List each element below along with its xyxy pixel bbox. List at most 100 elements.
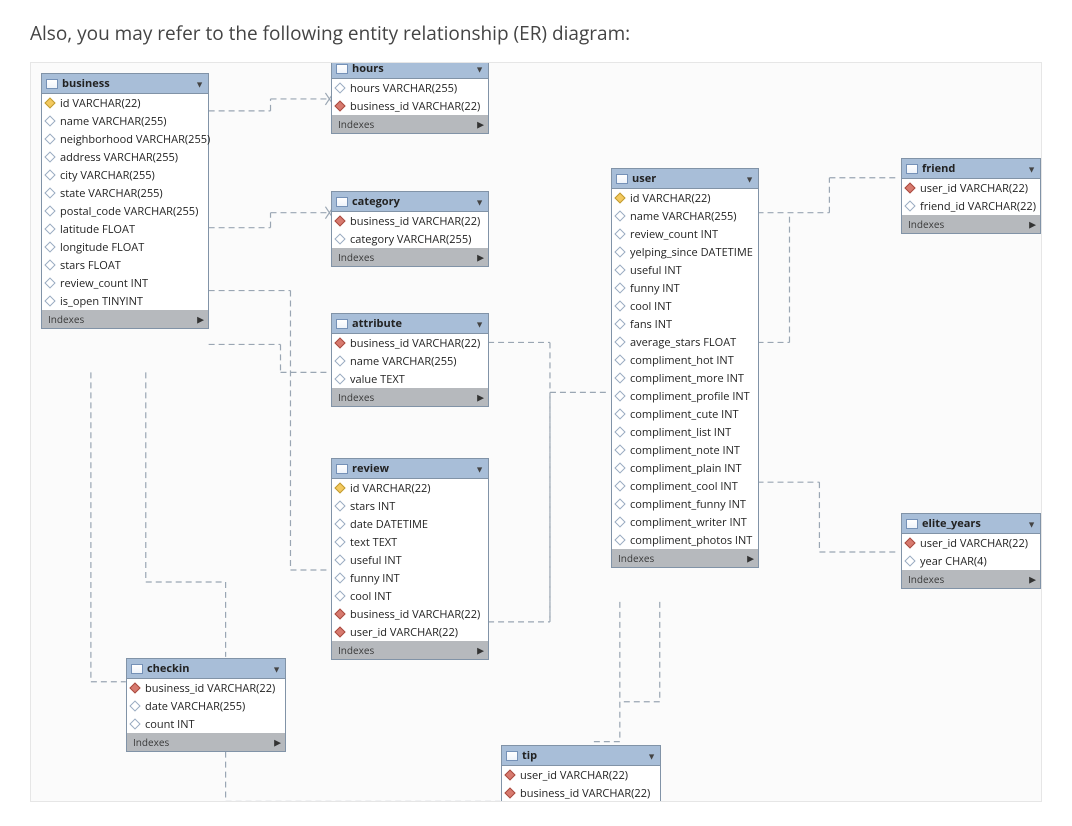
table-icon [336,464,348,474]
expand-arrow-icon: ▶ [477,118,484,131]
expand-arrow-icon: ▶ [747,552,754,565]
collapse-arrow-icon: ▼ [195,77,204,90]
indexes-bar: Indexes ▶ [332,641,488,659]
column: business_id VARCHAR(22) [332,605,488,623]
column: stars INT [332,497,488,515]
er-diagram-canvas: business ▼ id VARCHAR(22)name VARCHAR(25… [30,62,1042,802]
indexes-bar: Indexes ▶ [332,248,488,266]
column: compliment_list INT [612,423,758,441]
column: compliment_more INT [612,369,758,387]
entity-header-attribute: attribute ▼ [332,314,488,334]
column: user_id VARCHAR(22) [902,534,1040,552]
column: text TEXT [332,533,488,551]
column: id VARCHAR(22) [332,479,488,497]
indexes-bar: Indexes ▶ [127,733,285,751]
column: funny INT [332,569,488,587]
column: date VARCHAR(255) [127,697,285,715]
collapse-arrow-icon: ▼ [1027,517,1036,530]
indexes-label: Indexes [338,250,374,264]
collapse-arrow-icon: ▼ [475,462,484,475]
column: count INT [127,715,285,733]
entity-category: category ▼ business_id VARCHAR(22)catego… [331,191,489,267]
collapse-arrow-icon: ▼ [475,195,484,208]
entity-header-user: user ▼ [612,169,758,189]
column: business_id VARCHAR(22) [127,679,285,697]
column: business_id VARCHAR(22) [332,334,488,352]
column: value TEXT [332,370,488,388]
table-icon [506,751,518,761]
column: neighborhood VARCHAR(255) [42,130,208,148]
entity-header-friend: friend ▼ [902,159,1040,179]
column: name VARCHAR(255) [42,112,208,130]
column: id VARCHAR(22) [612,189,758,207]
column: funny INT [612,279,758,297]
indexes-bar: Indexes▶ [902,570,1040,588]
indexes-label: Indexes [338,390,374,404]
indexes-bar: Indexes ▶ [332,115,488,133]
column: user_id VARCHAR(22) [902,179,1040,197]
expand-arrow-icon: ▶ [274,736,281,749]
entity-tip: tip ▼ user_id VARCHAR(22)business_id VAR… [501,745,661,802]
column: name VARCHAR(255) [612,207,758,225]
column: business_id VARCHAR(22) [332,97,488,115]
entity-columns: user_id VARCHAR(22)business_id VARCHAR(2… [502,766,660,802]
entity-columns: business_id VARCHAR(22)date VARCHAR(255)… [127,679,285,733]
table-icon [616,174,628,184]
entity-business: business ▼ id VARCHAR(22)name VARCHAR(25… [41,73,209,329]
column: compliment_writer INT [612,513,758,531]
collapse-arrow-icon: ▼ [272,662,281,675]
collapse-arrow-icon: ▼ [1027,162,1036,175]
column: year CHAR(4) [902,552,1040,570]
entity-header-review: review ▼ [332,459,488,479]
table-icon [336,64,348,74]
column: is_open TINYINT [42,292,208,310]
column: name VARCHAR(255) [332,352,488,370]
column: useful INT [612,261,758,279]
table-icon [906,519,918,529]
column: date DATETIME [332,515,488,533]
column: postal_code VARCHAR(255) [42,202,208,220]
column: city VARCHAR(255) [42,166,208,184]
indexes-label: Indexes [908,217,944,231]
entity-columns: user_id VARCHAR(22)friend_id VARCHAR(22) [902,179,1040,215]
expand-arrow-icon: ▶ [477,251,484,264]
entity-columns: id VARCHAR(22)stars INTdate DATETIMEtext… [332,479,488,641]
column: user_id VARCHAR(22) [502,766,660,784]
indexes-label: Indexes [338,117,374,131]
entity-title: user [632,171,656,186]
entity-header-business: business ▼ [42,74,208,94]
entity-columns: id VARCHAR(22)name VARCHAR(255)review_co… [612,189,758,549]
column: friend_id VARCHAR(22) [902,197,1040,215]
expand-arrow-icon: ▶ [477,644,484,657]
entity-columns: business_id VARCHAR(22)category VARCHAR(… [332,212,488,248]
column: compliment_hot INT [612,351,758,369]
column: yelping_since DATETIME [612,243,758,261]
table-icon [336,319,348,329]
entity-header-tip: tip ▼ [502,746,660,766]
indexes-bar: Indexes▶ [612,549,758,567]
column: category VARCHAR(255) [332,230,488,248]
collapse-arrow-icon: ▼ [745,172,754,185]
indexes-label: Indexes [133,735,169,749]
collapse-arrow-icon: ▼ [475,62,484,75]
entity-friend: friend ▼ user_id VARCHAR(22)friend_id VA… [901,158,1041,234]
entity-header-hours: hours ▼ [332,62,488,79]
entity-title: review [352,461,389,476]
column: review_count INT [612,225,758,243]
expand-arrow-icon: ▶ [477,391,484,404]
table-icon [906,164,918,174]
table-icon [336,197,348,207]
entity-title: friend [922,161,955,176]
indexes-label: Indexes [338,643,374,657]
column: hours VARCHAR(255) [332,79,488,97]
entity-title: business [62,76,110,91]
entity-columns: user_id VARCHAR(22)year CHAR(4) [902,534,1040,570]
page-heading: Also, you may refer to the following ent… [30,20,1042,46]
column: latitude FLOAT [42,220,208,238]
column: business_id VARCHAR(22) [502,784,660,802]
collapse-arrow-icon: ▼ [475,317,484,330]
entity-header-category: category ▼ [332,192,488,212]
column: stars FLOAT [42,256,208,274]
column: compliment_cool INT [612,477,758,495]
entity-title: elite_years [922,516,981,531]
